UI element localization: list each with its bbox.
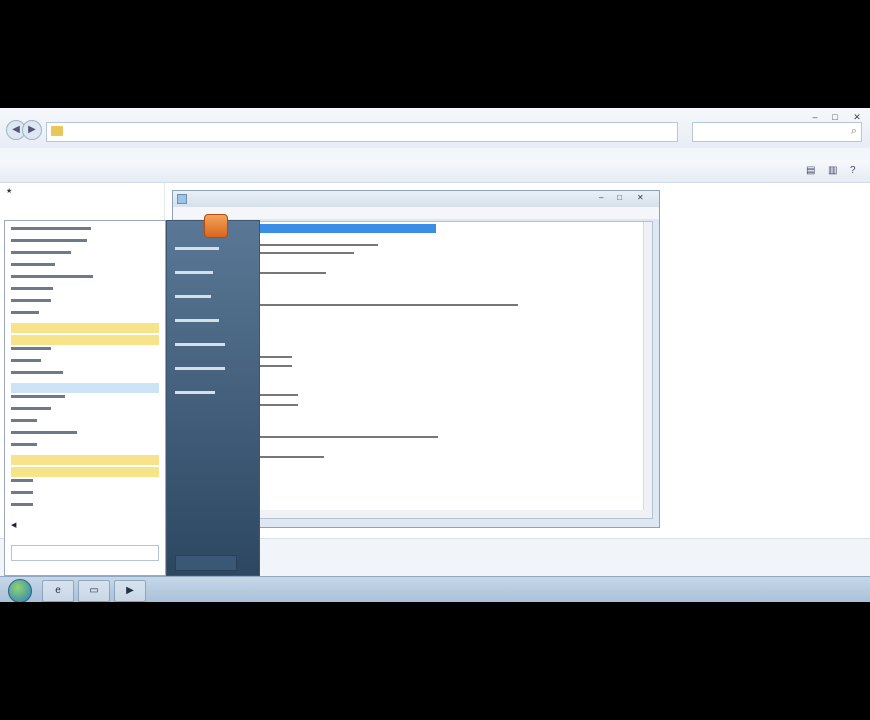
start-search-input[interactable] bbox=[11, 545, 159, 561]
system-tray bbox=[676, 583, 866, 597]
notepad-titlebar: – □ ✕ bbox=[173, 191, 659, 207]
start-link[interactable] bbox=[175, 319, 219, 322]
program-item-highlighted[interactable] bbox=[11, 467, 159, 477]
start-menu: ◀ bbox=[4, 214, 260, 576]
program-item[interactable] bbox=[11, 251, 71, 254]
taskbar-media-icon[interactable]: ▶ bbox=[114, 580, 146, 602]
help-icon[interactable]: ? bbox=[850, 165, 862, 177]
program-item[interactable] bbox=[11, 419, 37, 422]
program-item[interactable] bbox=[11, 479, 33, 482]
program-item[interactable] bbox=[11, 443, 37, 446]
program-item[interactable] bbox=[11, 239, 87, 242]
back-button[interactable]: ◀ bbox=[11, 521, 47, 529]
taskbar-ie-icon[interactable]: e bbox=[42, 580, 74, 602]
favorites-node[interactable]: ★ bbox=[6, 187, 12, 197]
program-item[interactable] bbox=[11, 311, 39, 314]
program-item-selected[interactable] bbox=[11, 383, 159, 393]
text-line bbox=[258, 304, 518, 306]
nav-buttons: ◀ ▶ bbox=[6, 120, 42, 140]
program-item[interactable] bbox=[11, 431, 77, 434]
search-box[interactable]: ⌕ bbox=[692, 122, 862, 142]
program-item[interactable] bbox=[11, 263, 55, 266]
maximize-icon[interactable]: □ bbox=[826, 112, 844, 122]
text-line bbox=[258, 252, 354, 254]
preview-pane-icon[interactable]: ▥ bbox=[828, 165, 840, 177]
minimize-icon[interactable]: – bbox=[599, 193, 603, 202]
address-bar[interactable] bbox=[46, 122, 678, 142]
start-link[interactable] bbox=[175, 367, 225, 370]
start-link[interactable] bbox=[175, 391, 215, 394]
program-item-highlighted[interactable] bbox=[11, 323, 159, 333]
program-item[interactable] bbox=[11, 275, 93, 278]
explorer-menubar bbox=[0, 148, 870, 160]
text-line bbox=[258, 394, 298, 396]
close-icon[interactable]: ✕ bbox=[637, 193, 644, 202]
view-icon[interactable]: ▤ bbox=[806, 165, 818, 177]
folder-icon bbox=[51, 126, 63, 136]
text-line bbox=[258, 272, 326, 274]
start-link[interactable] bbox=[175, 247, 219, 250]
explorer-titlebar: ◀ ▶ ⌕ – □ ✕ bbox=[0, 108, 870, 149]
text-line bbox=[258, 365, 292, 367]
notepad-icon bbox=[177, 194, 187, 204]
forward-icon[interactable]: ▶ bbox=[22, 120, 42, 140]
desktop-screen: ◀ ▶ ⌕ – □ ✕ ▤ ▥ ? ★ – □ ✕ ◀ e ▭ ▶ bbox=[0, 108, 870, 602]
program-item[interactable] bbox=[11, 347, 51, 350]
start-menu-places bbox=[166, 220, 260, 576]
text-line bbox=[258, 404, 298, 406]
shutdown-button[interactable] bbox=[175, 555, 237, 571]
program-item-highlighted[interactable] bbox=[11, 335, 159, 345]
text-line bbox=[258, 244, 378, 246]
notepad-menubar bbox=[173, 207, 659, 219]
program-item[interactable] bbox=[11, 287, 53, 290]
program-item[interactable] bbox=[11, 491, 33, 494]
maximize-icon[interactable]: □ bbox=[617, 193, 622, 202]
start-link[interactable] bbox=[175, 271, 213, 274]
vertical-scrollbar[interactable] bbox=[643, 222, 652, 518]
text-line bbox=[258, 356, 292, 358]
program-item[interactable] bbox=[11, 407, 51, 410]
user-picture-icon bbox=[204, 214, 228, 238]
minimize-icon[interactable]: – bbox=[806, 112, 824, 122]
taskbar-explorer-icon[interactable]: ▭ bbox=[78, 580, 110, 602]
program-item[interactable] bbox=[11, 299, 51, 302]
close-icon[interactable]: ✕ bbox=[848, 112, 866, 122]
start-menu-programs: ◀ bbox=[4, 220, 166, 576]
program-item[interactable] bbox=[11, 227, 91, 230]
start-orb-icon[interactable] bbox=[8, 579, 32, 602]
program-item[interactable] bbox=[11, 371, 63, 374]
taskbar: e ▭ ▶ bbox=[0, 576, 870, 602]
program-item-highlighted[interactable] bbox=[11, 455, 159, 465]
start-link[interactable] bbox=[175, 343, 225, 346]
start-link[interactable] bbox=[175, 295, 211, 298]
program-item[interactable] bbox=[11, 503, 33, 506]
program-item[interactable] bbox=[11, 359, 41, 362]
explorer-toolbar: ▤ ▥ ? bbox=[0, 160, 870, 183]
search-icon: ⌕ bbox=[850, 125, 857, 137]
program-item[interactable] bbox=[11, 395, 65, 398]
